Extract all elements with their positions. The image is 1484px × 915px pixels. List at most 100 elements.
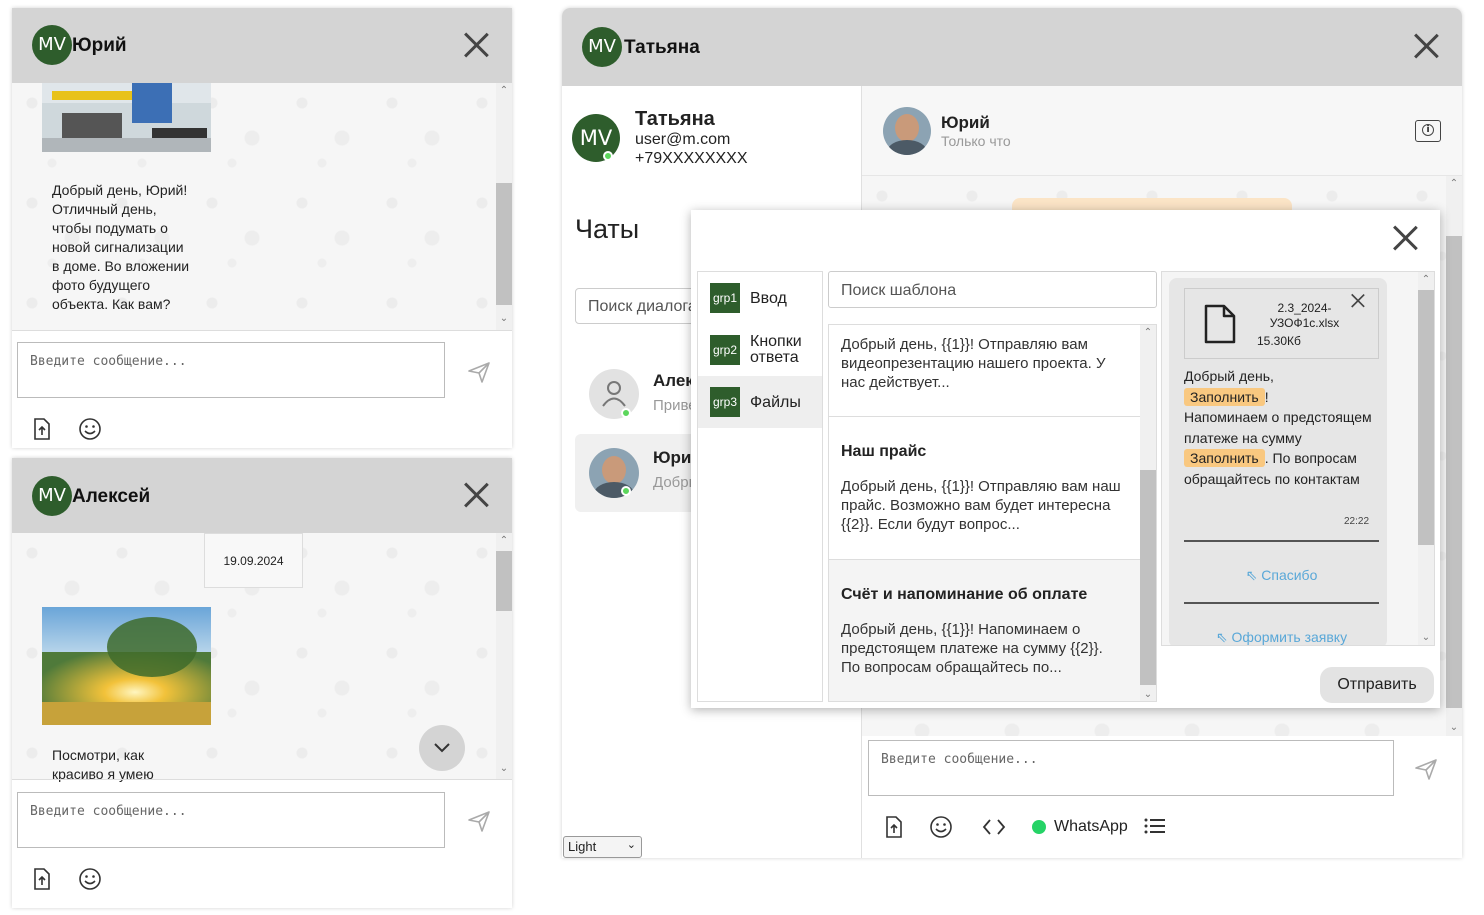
template-item[interactable]: Добрый день, {{1}}! Отправляю вам видеоп… <box>829 325 1141 417</box>
chat-contact-status: Только что <box>941 133 1011 149</box>
online-indicator <box>603 151 613 161</box>
close-icon[interactable] <box>462 31 490 59</box>
file-name: 2.3_2024- УЗОФ1с.xlsx <box>1269 301 1340 330</box>
chevron-down-icon: ⌄ <box>626 839 636 851</box>
chevron-down-icon <box>434 743 450 753</box>
group-badge: grp1 <box>710 283 740 313</box>
quick-reply-button[interactable]: ⇖ Оформить заявку <box>1184 612 1379 645</box>
fill-variable-chip[interactable]: Заполнить <box>1184 387 1265 406</box>
message-area: 19.09.2024 Посмотри, как красиво я умею <box>12 533 496 782</box>
chats-heading: Чаты <box>575 214 640 244</box>
message-input[interactable]: Введите сообщение... <box>17 342 445 398</box>
group-badge: grp2 <box>710 335 740 365</box>
scrollbar[interactable]: ⌃ ⌄ <box>496 83 512 330</box>
theme-select[interactable]: Light ⌄ <box>563 836 642 858</box>
file-icon <box>1204 304 1236 344</box>
arrow-up-left-icon: ⇖ <box>1215 629 1228 645</box>
scrollbar[interactable]: ⌃ ⌄ <box>496 533 512 779</box>
attach-file-icon[interactable] <box>32 867 52 891</box>
avatar <box>883 107 931 155</box>
avatar <box>589 369 639 419</box>
template-search-input[interactable]: Поиск шаблона <box>828 271 1157 308</box>
send-icon[interactable] <box>1414 757 1438 781</box>
scroll-down-button[interactable] <box>419 725 465 771</box>
attachment-image[interactable] <box>42 607 211 725</box>
template-item[interactable]: Наш прайс Добрый день, {{1}}! Отправляю … <box>829 417 1141 560</box>
emoji-icon[interactable] <box>929 815 953 839</box>
send-icon[interactable] <box>467 809 491 833</box>
widget-header: MV Алексей <box>12 458 512 533</box>
template-title: Счёт и напоминание об оплате <box>841 586 1088 603</box>
whatsapp-icon <box>1032 820 1046 834</box>
preview-text-2: ! <box>1264 388 1269 405</box>
avatar: MV <box>32 476 72 516</box>
info-icon[interactable]: i <box>1415 120 1441 142</box>
online-indicator <box>621 408 631 418</box>
template-groups: grp1 Ввод grp2 Кнопки ответа grp3 Файлы <box>697 271 823 702</box>
channel-label[interactable]: WhatsApp <box>1054 818 1128 836</box>
quick-reply-label: Оформить заявку <box>1231 629 1348 645</box>
avatar: MV <box>582 27 622 67</box>
message-input[interactable]: Введите сообщение... <box>17 792 445 848</box>
scrollbar[interactable]: ⌃ ⌄ <box>1446 176 1462 736</box>
widget-header: MV Юрий <box>12 8 512 83</box>
preview-text: Добрый день, Заполнить! Напоминаем о пре… <box>1184 366 1384 489</box>
window-header: MV Татьяна <box>562 8 1462 86</box>
attach-file-icon[interactable] <box>32 417 52 441</box>
attach-file-icon[interactable] <box>884 815 904 839</box>
group-item-buttons[interactable]: grp2 Кнопки ответа <box>698 324 822 376</box>
profile-phone: +79XXXXXXXX <box>635 150 748 167</box>
close-icon[interactable] <box>462 481 490 509</box>
group-label: Файлы <box>750 394 801 411</box>
templates-modal: grp1 Ввод grp2 Кнопки ответа grp3 Файлы … <box>691 210 1440 708</box>
online-indicator <box>621 486 631 496</box>
message-area: Добрый день, Юрий! Отличный день, чтобы … <box>12 83 496 330</box>
template-body: Добрый день, {{1}}! Отправляю вам видеоп… <box>841 336 1106 391</box>
quick-reply-button[interactable]: ⇖ Спасибо <box>1184 550 1379 600</box>
date-divider: 19.09.2024 <box>204 533 303 588</box>
group-label: Кнопки ответа <box>750 333 802 366</box>
remove-file-icon[interactable] <box>1350 293 1360 303</box>
window-title: Татьяна <box>624 37 700 58</box>
message-text: Добрый день, Юрий! Отличный день, чтобы … <box>52 182 190 312</box>
file-attachment: 2.3_2024- УЗОФ1с.xlsx 15.30Кб <box>1184 288 1379 359</box>
attachment-image[interactable] <box>42 83 211 152</box>
theme-select-value: Light <box>568 839 597 854</box>
chat-widget-yuri: MV Юрий Добрый день, Юрий! Отличный день… <box>12 8 512 448</box>
preview-text-3: Напоминаем о предстоящем платеже на сумм… <box>1184 409 1372 446</box>
widget-title: Юрий <box>72 35 127 56</box>
close-icon[interactable] <box>1412 32 1440 60</box>
profile-email: user@m.com <box>635 131 731 148</box>
chat-contact-name: Юрий <box>941 113 990 132</box>
emoji-icon[interactable] <box>78 417 102 441</box>
message-input[interactable]: Введите сообщение... <box>868 740 1394 796</box>
message-time: 22:22 <box>1344 516 1370 527</box>
template-list-icon[interactable] <box>1144 817 1166 835</box>
fill-variable-chip[interactable]: Заполнить <box>1184 449 1265 467</box>
file-size: 15.30Кб <box>1257 334 1301 348</box>
template-title: Наш прайс <box>841 443 927 460</box>
emoji-icon[interactable] <box>78 867 102 891</box>
scrollbar[interactable]: ⌃ ⌄ <box>1140 325 1156 701</box>
template-list: Добрый день, {{1}}! Отправляю вам видеоп… <box>828 324 1157 702</box>
template-item-selected[interactable]: Счёт и напоминание об оплате Добрый день… <box>829 560 1141 701</box>
template-preview: 2.3_2024- УЗОФ1с.xlsx 15.30Кб Добрый ден… <box>1161 271 1435 646</box>
code-icon[interactable] <box>982 817 1006 837</box>
group-item-files[interactable]: grp3 Файлы <box>698 376 822 428</box>
widget-title: Алексей <box>72 486 151 507</box>
close-icon[interactable] <box>1391 224 1415 248</box>
template-body: Добрый день, {{1}}! Напоминаем о предсто… <box>841 621 1103 676</box>
arrow-up-left-icon: ⇖ <box>1245 567 1258 583</box>
send-button[interactable]: Отправить <box>1320 667 1434 703</box>
avatar: MV <box>32 25 72 65</box>
group-item-input[interactable]: grp1 Ввод <box>698 272 822 324</box>
chat-header: Юрий Только что i <box>862 86 1462 176</box>
group-label: Ввод <box>750 290 787 307</box>
preview-text-1: Добрый день, <box>1184 368 1274 384</box>
preview-bubble: 2.3_2024- УЗОФ1с.xlsx 15.30Кб Добрый ден… <box>1169 278 1387 645</box>
template-body: Добрый день, {{1}}! Отправляю вам наш пр… <box>841 478 1121 533</box>
send-icon[interactable] <box>467 360 491 384</box>
scrollbar[interactable]: ⌃ ⌄ <box>1418 272 1434 645</box>
avatar <box>589 448 639 498</box>
profile-name: Татьяна <box>635 108 715 130</box>
